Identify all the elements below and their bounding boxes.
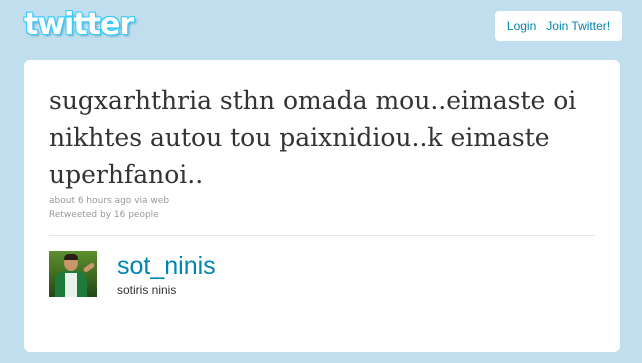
screen-name-link[interactable]: sot_ninis — [117, 251, 216, 281]
tweet-card: sugxarhthria sthn omada mou..eimaste oi … — [24, 60, 620, 352]
auth-links: Login Join Twitter! — [495, 11, 622, 41]
avatar[interactable] — [49, 251, 97, 297]
full-name: sotiris ninis — [117, 283, 177, 297]
twitter-logo[interactable]: twitter — [24, 8, 134, 42]
join-twitter-link[interactable]: Join Twitter! — [546, 19, 610, 33]
login-link[interactable]: Login — [507, 19, 536, 33]
tweet-meta: about 6 hours ago via web Retweeted by 1… — [49, 194, 169, 222]
tweet-timestamp-link[interactable]: about 6 hours ago — [49, 196, 131, 206]
retweet-count-link[interactable]: Retweeted by 16 people — [49, 210, 159, 220]
divider — [49, 235, 595, 236]
tweet-source: web — [150, 196, 170, 206]
tweet-text: sugxarhthria sthn omada mou..eimaste oi … — [49, 86, 577, 189]
via-text: via — [134, 196, 148, 206]
